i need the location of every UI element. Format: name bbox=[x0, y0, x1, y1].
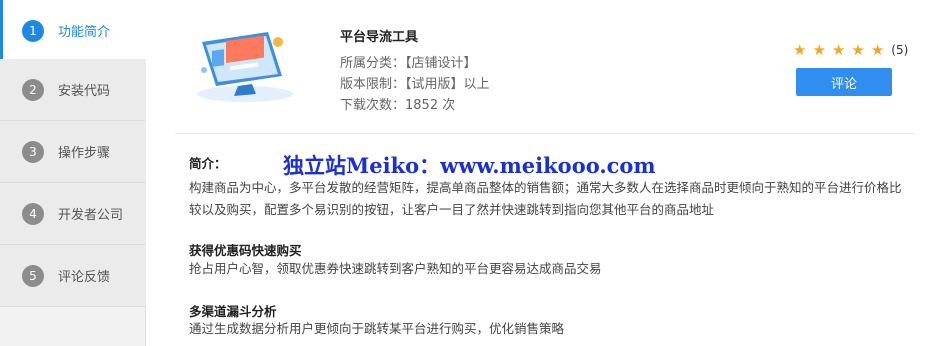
sidebar-item-label: 评论反馈 bbox=[58, 270, 111, 285]
step-number: 2 bbox=[22, 78, 44, 101]
rating-count: (5) bbox=[891, 43, 909, 57]
star-icon: ★ bbox=[831, 41, 846, 59]
step-number: 1 bbox=[22, 19, 44, 42]
sidebar-item-install-code[interactable]: 2 安装代码 bbox=[0, 59, 146, 121]
section-coupon-title: 获得优惠码快速购买 bbox=[189, 243, 302, 258]
step-number: 5 bbox=[22, 264, 44, 287]
sidebar-item-label: 安装代码 bbox=[58, 84, 111, 99]
sidebar-item-label: 功能简介 bbox=[58, 25, 111, 40]
sidebar-item-label: 开发者公司 bbox=[58, 208, 124, 223]
sidebar-item-steps[interactable]: 3 操作步骤 bbox=[0, 121, 146, 183]
intro-title: 简介： bbox=[189, 156, 227, 171]
step-number: 3 bbox=[22, 140, 44, 163]
product-downloads: 下载次数：1852 次 bbox=[340, 98, 456, 113]
product-version: 版本限制：【试用版】以上 bbox=[340, 77, 490, 92]
intro-text: 构建商品为中心，多平台发散的经营矩阵，提高单商品整体的销售额；通常大多数人在选择… bbox=[189, 180, 902, 217]
section-coupon-text: 抢占用户心智，领取优惠券快速跳转到客户熟知的平台更容易达成商品交易 bbox=[189, 261, 602, 276]
sidebar-item-developer[interactable]: 4 开发者公司 bbox=[0, 183, 146, 245]
watermark-text: 独立站Meiko：www.meikooo.com bbox=[283, 153, 656, 178]
sidebar-item-feedback[interactable]: 5 评论反馈 bbox=[0, 245, 146, 307]
star-icon: ★ bbox=[812, 41, 826, 59]
star-icon: ★ bbox=[870, 41, 885, 59]
divider bbox=[175, 133, 915, 134]
product-title: 平台导流工具 bbox=[340, 30, 419, 45]
comment-button[interactable]: 评论 bbox=[796, 68, 892, 96]
star-icon: ★ bbox=[851, 41, 865, 59]
section-funnel-text: 通过生成数据分析用户更倾向于跳转某平台进行购买，优化销售策略 bbox=[189, 321, 565, 336]
sidebar-item-features[interactable]: 1 功能简介 bbox=[0, 0, 146, 62]
product-category: 所属分类：【店铺设计】 bbox=[340, 56, 477, 71]
sidebar-item-label: 操作步骤 bbox=[58, 146, 111, 161]
rating-stars: ★ ★ ★ ★ ★ (5) bbox=[793, 42, 908, 58]
step-number: 4 bbox=[22, 202, 44, 225]
star-icon: ★ bbox=[793, 41, 807, 59]
product-thumbnail bbox=[197, 32, 293, 102]
sidebar: 1 功能简介 2 安装代码 3 操作步骤 4 开发者公司 5 评论反馈 bbox=[0, 0, 146, 346]
